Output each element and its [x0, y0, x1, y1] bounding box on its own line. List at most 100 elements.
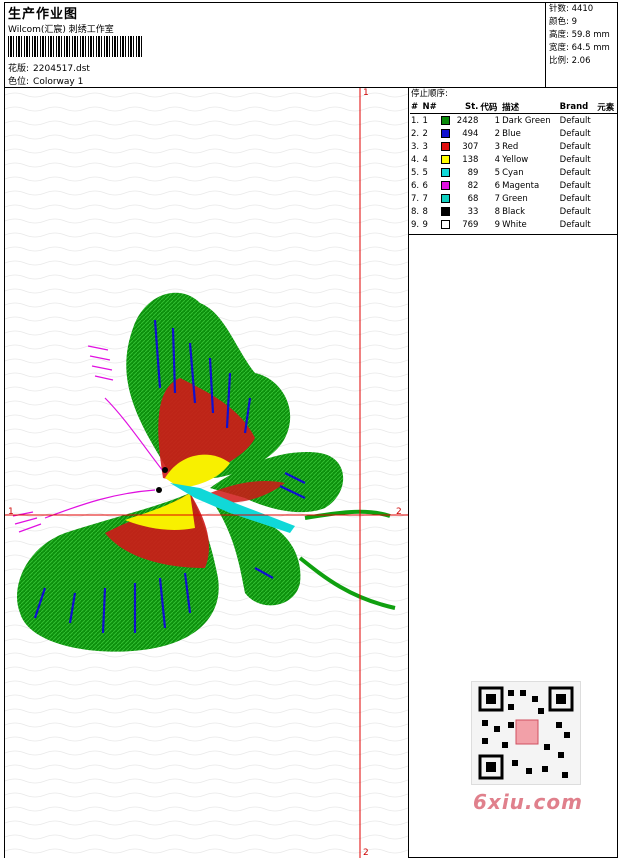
- color-swatch: [441, 180, 450, 190]
- row-code: 4: [494, 154, 501, 165]
- sequence-title: 停止顺序:: [411, 89, 448, 99]
- row-swatch: [440, 153, 453, 166]
- row-needle: 8: [422, 206, 428, 217]
- row-swatch: [440, 127, 453, 140]
- row-brand: Default: [559, 193, 591, 204]
- barcode: [8, 36, 142, 57]
- row-stitches: 769: [462, 219, 479, 230]
- axis-marker-v-top: 1: [363, 88, 369, 98]
- table-row[interactable]: 2. 2 494 2 Blue Default: [410, 127, 618, 140]
- table-row[interactable]: 1. 1 2428 1 Dark Green Default: [410, 114, 618, 128]
- col-needle: N#: [421, 100, 440, 114]
- col-element: 元素: [596, 100, 618, 114]
- colorway-line: 色位: Colorway 1: [8, 74, 83, 87]
- row-brand: Default: [559, 128, 591, 139]
- qr-code: [471, 681, 581, 785]
- stop-sequence-panel: 停止顺序: # N# St. 代码 描述 Brand 元素 1. 1 2428 1 Da…: [409, 88, 618, 231]
- table-row[interactable]: 8. 8 33 8 Black Default: [410, 205, 618, 218]
- row-needle: 3: [422, 141, 428, 152]
- colorway-value: Colorway 1: [33, 77, 84, 87]
- row-element: [596, 179, 618, 192]
- row-swatch: [440, 166, 453, 179]
- panel-bottom-rule: [409, 234, 618, 235]
- row-code: 1: [494, 115, 501, 126]
- row-desc: Cyan: [502, 167, 524, 178]
- row-desc: White: [502, 219, 527, 230]
- row-code: 8: [494, 206, 501, 217]
- color-swatch: [441, 193, 450, 203]
- row-element: [596, 192, 618, 205]
- row-code: 9: [494, 219, 501, 230]
- row-brand: Default: [559, 141, 591, 152]
- row-brand: Default: [559, 154, 591, 165]
- row-desc: Green: [502, 193, 528, 204]
- design-label: 花版:: [8, 64, 30, 74]
- row-needle: 9: [422, 219, 428, 230]
- row-index: 5.: [411, 167, 420, 178]
- row-element: [596, 153, 618, 166]
- row-brand: Default: [559, 115, 591, 126]
- row-swatch: [440, 205, 453, 218]
- table-header-row: # N# St. 代码 描述 Brand 元素: [410, 100, 618, 114]
- row-stitches: 138: [462, 154, 479, 165]
- row-needle: 5: [422, 167, 428, 178]
- table-row[interactable]: 7. 7 68 7 Green Default: [410, 192, 618, 205]
- row-stitches: 82: [467, 180, 479, 191]
- row-stitches: 307: [462, 141, 479, 152]
- row-needle: 4: [422, 154, 428, 165]
- row-index: 6.: [411, 180, 420, 191]
- color-swatch: [441, 115, 450, 125]
- table-row[interactable]: 6. 6 82 6 Magenta Default: [410, 179, 618, 192]
- row-element: [596, 166, 618, 179]
- table-row[interactable]: 3. 3 307 3 Red Default: [410, 140, 618, 153]
- embroidery-preview: [5, 88, 408, 858]
- row-code: 7: [494, 193, 501, 204]
- qr-code-graphic: [478, 686, 574, 780]
- row-index: 2.: [411, 128, 420, 139]
- row-stitches: 2428: [456, 115, 479, 126]
- row-index: 3.: [411, 141, 420, 152]
- row-needle: 2: [422, 128, 428, 139]
- color-swatch: [441, 167, 450, 177]
- row-code: 6: [494, 180, 501, 191]
- row-needle: 1: [422, 115, 428, 126]
- row-index: 1.: [411, 115, 420, 126]
- design-line: 花版: 2204517.dst: [8, 61, 90, 74]
- row-stitches: 68: [467, 193, 479, 204]
- table-row[interactable]: 5. 5 89 5 Cyan Default: [410, 166, 618, 179]
- design-value: 2204517.dst: [33, 64, 90, 74]
- row-desc: Yellow: [502, 154, 529, 165]
- stat-colors: 颜色: 9: [549, 17, 577, 27]
- axis-marker-h-left: 1: [8, 507, 14, 517]
- row-element: [596, 218, 618, 231]
- row-desc: Black: [502, 206, 526, 217]
- row-code: 3: [494, 141, 501, 152]
- col-index: #: [410, 100, 422, 114]
- col-brand: Brand: [558, 100, 597, 114]
- row-code: 2: [494, 128, 501, 139]
- row-desc: Dark Green: [502, 115, 551, 126]
- color-swatch: [441, 206, 450, 216]
- col-code: 代码: [479, 100, 502, 114]
- stats-box: 针数: 4410 颜色: 9 高度: 59.8 mm 宽度: 64.5 mm 比…: [545, 3, 618, 87]
- table-row[interactable]: 4. 4 138 4 Yellow Default: [410, 153, 618, 166]
- row-code: 5: [494, 167, 501, 178]
- table-row[interactable]: 9. 9 769 9 White Default: [410, 218, 618, 231]
- color-swatch: [441, 141, 450, 151]
- row-needle: 6: [422, 180, 428, 191]
- studio-name: Wilcom(汇宸) 刺绣工作室: [8, 25, 114, 35]
- row-index: 7.: [411, 193, 420, 204]
- col-stitches: St.: [452, 100, 480, 114]
- colorway-label: 色位:: [8, 77, 30, 87]
- row-stitches: 89: [467, 167, 479, 178]
- row-swatch: [440, 192, 453, 205]
- row-needle: 7: [422, 193, 428, 204]
- design-canvas[interactable]: [5, 88, 408, 858]
- row-swatch: [440, 114, 453, 128]
- color-swatch: [441, 154, 450, 164]
- col-swatch: [440, 100, 453, 114]
- row-element: [596, 127, 618, 140]
- row-desc: Red: [502, 141, 519, 152]
- stat-stitches: 针数: 4410: [549, 4, 594, 14]
- row-brand: Default: [559, 206, 591, 217]
